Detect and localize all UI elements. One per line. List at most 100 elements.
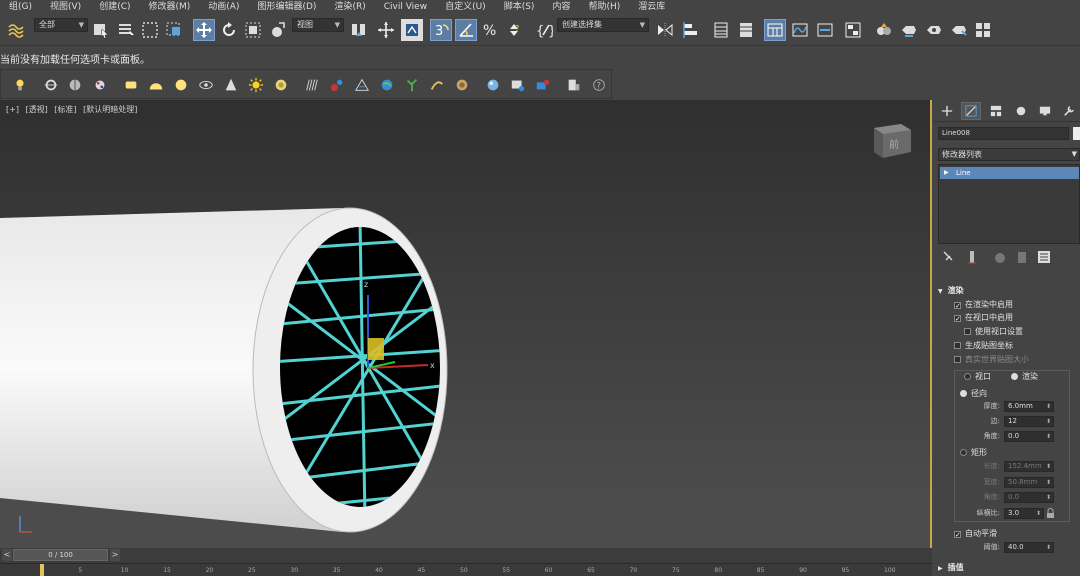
layer-explorer-icon[interactable] xyxy=(735,19,757,41)
make-unique-icon[interactable] xyxy=(992,248,1010,266)
menu-scripting[interactable]: 脚本(S) xyxy=(495,0,544,14)
expand-triangle-icon[interactable]: ▶ xyxy=(944,167,949,179)
window-crossing-icon[interactable] xyxy=(163,19,185,41)
sun-light-icon[interactable] xyxy=(247,76,265,94)
ambient-light-icon[interactable] xyxy=(272,76,290,94)
create-tab-icon[interactable] xyxy=(937,102,957,120)
planet-icon[interactable] xyxy=(378,76,396,94)
display-tab-icon[interactable] xyxy=(1035,102,1055,120)
next-frame-button[interactable]: > xyxy=(110,549,120,561)
menu-view[interactable]: 视图(V) xyxy=(41,0,90,14)
pin-stack-icon[interactable] xyxy=(938,248,956,266)
plant-icon[interactable] xyxy=(403,76,421,94)
threshold-spinner[interactable]: 40.0 ⬍ xyxy=(1004,542,1054,553)
modifier-stack[interactable]: ▶ Line xyxy=(938,164,1080,244)
rendering-rollout-header[interactable]: ▼ 渲染 xyxy=(938,285,1080,297)
percent-snap-icon[interactable]: % xyxy=(479,19,501,41)
current-frame-marker[interactable] xyxy=(40,564,44,576)
gen-mapping-checkbox[interactable]: 生成贴图坐标 xyxy=(954,341,1013,351)
modifier-list-dropdown[interactable]: 修改器列表 ▼ xyxy=(938,148,1080,161)
select-and-move-icon[interactable] xyxy=(193,19,215,41)
selection-filter-dropdown[interactable]: 全部 ▼ xyxy=(34,18,88,32)
dope-sheet-icon[interactable] xyxy=(814,19,836,41)
menu-modifiers[interactable]: 修改器(M) xyxy=(140,0,200,14)
render-cloud-icon[interactable] xyxy=(972,19,994,41)
auto-smooth-checkbox[interactable]: ✓ 自动平滑 xyxy=(954,529,997,539)
menu-content[interactable]: 内容 xyxy=(543,0,579,14)
vray-camera-icon[interactable] xyxy=(534,76,552,94)
ies-light-icon[interactable] xyxy=(197,76,215,94)
select-and-place-icon[interactable] xyxy=(266,19,288,41)
align-icon[interactable] xyxy=(680,19,702,41)
enable-in-renderer-checkbox[interactable]: ✓ 在渲染中启用 xyxy=(954,300,1013,310)
menu-graph-editors[interactable]: 图形编辑器(D) xyxy=(248,0,325,14)
vray-sphere-icon[interactable] xyxy=(484,76,502,94)
hierarchy-tab-icon[interactable] xyxy=(986,102,1006,120)
utilities-tab-icon[interactable] xyxy=(1059,102,1079,120)
pivot-center-icon[interactable] xyxy=(348,19,370,41)
light-lister-icon[interactable] xyxy=(11,76,29,94)
select-by-name-icon[interactable] xyxy=(115,19,137,41)
menu-civil-view[interactable]: Civil View xyxy=(375,0,436,14)
edit-named-selection-icon[interactable]: {} xyxy=(533,19,555,41)
cone-light-icon[interactable] xyxy=(222,76,240,94)
motion-tab-icon[interactable] xyxy=(1011,102,1031,120)
prev-frame-button[interactable]: < xyxy=(2,549,12,561)
schematic-view-icon[interactable] xyxy=(842,19,864,41)
enable-in-viewport-checkbox[interactable]: ✓ 在视口中启用 xyxy=(954,313,1013,323)
dome-light-icon[interactable] xyxy=(147,76,165,94)
rect-selection-icon[interactable] xyxy=(139,19,161,41)
object-name-field[interactable]: Line008 xyxy=(938,127,1069,140)
keyboard-shortcut-icon[interactable] xyxy=(401,19,423,41)
fur-icon[interactable] xyxy=(303,76,321,94)
help-icon[interactable]: ? xyxy=(590,76,608,94)
snaps-toggle-icon[interactable]: 3 xyxy=(430,19,452,41)
curve-editor-icon[interactable] xyxy=(789,19,811,41)
spinner-snap-icon[interactable]: ? xyxy=(503,19,525,41)
displacement-icon[interactable] xyxy=(353,76,371,94)
bind-space-warp-icon[interactable] xyxy=(5,19,27,41)
menu-group[interactable]: 组(G) xyxy=(0,0,41,14)
menu-liuyunku[interactable]: 溜云库 xyxy=(629,0,674,14)
menu-rendering[interactable]: 渲染(R) xyxy=(325,0,374,14)
vray-log-icon[interactable] xyxy=(565,76,583,94)
stack-item-line[interactable]: ▶ Line xyxy=(940,167,1079,179)
named-selection-dropdown[interactable]: 创建选择集 ▼ xyxy=(557,18,649,32)
time-slider[interactable]: 0 / 100 xyxy=(13,549,108,561)
vray-frame-buffer-icon[interactable] xyxy=(509,76,527,94)
select-and-rotate-icon[interactable] xyxy=(218,19,240,41)
configure-modifier-sets-icon[interactable] xyxy=(1035,248,1053,266)
menu-help[interactable]: 帮助(H) xyxy=(579,0,629,14)
show-end-result-icon[interactable] xyxy=(964,248,982,266)
shell-icon[interactable] xyxy=(453,76,471,94)
render-production-icon[interactable] xyxy=(948,19,970,41)
menu-customize[interactable]: 自定义(U) xyxy=(436,0,495,14)
object-color-swatch[interactable] xyxy=(1073,127,1080,140)
ref-coord-dropdown[interactable]: 视图 ▼ xyxy=(292,18,344,32)
viewcube[interactable]: 前 xyxy=(871,122,913,163)
track-bar[interactable]: 5 10 15 20 25 30 35 40 45 50 55 60 65 70 75 80 85 90 95 100 xyxy=(0,563,932,576)
mirror-icon[interactable] xyxy=(654,19,676,41)
sphere-map-icon[interactable] xyxy=(66,76,84,94)
select-manipulate-icon[interactable] xyxy=(375,19,397,41)
select-and-scale-icon[interactable] xyxy=(242,19,264,41)
menu-animation[interactable]: 动画(A) xyxy=(199,0,248,14)
menu-create[interactable]: 创建(C) xyxy=(90,0,139,14)
material-editor-icon[interactable] xyxy=(873,19,895,41)
interpolation-rollout-header[interactable]: ▶ 插值 xyxy=(938,562,1080,574)
render-setup-icon[interactable] xyxy=(898,19,920,41)
render-element-icon[interactable] xyxy=(42,76,60,94)
toggle-ribbon-icon[interactable] xyxy=(764,19,786,41)
angle-snap-icon[interactable] xyxy=(455,19,477,41)
sphere-light-icon[interactable] xyxy=(172,76,190,94)
remove-modifier-icon[interactable] xyxy=(1014,248,1032,266)
box-light-icon[interactable] xyxy=(122,76,140,94)
material-sphere-icon[interactable] xyxy=(91,76,109,94)
use-viewport-settings-checkbox[interactable]: 使用视口设置 xyxy=(964,327,1023,337)
perspective-viewport[interactable]: [+] [透视] [标准] [默认明暗处理] z x 前 xyxy=(0,100,932,548)
select-object-icon[interactable] xyxy=(90,19,112,41)
hair-tool-icon[interactable] xyxy=(428,76,446,94)
modify-tab-icon[interactable] xyxy=(961,102,981,120)
proxy-icon[interactable] xyxy=(328,76,346,94)
rendered-frame-icon[interactable] xyxy=(923,19,945,41)
